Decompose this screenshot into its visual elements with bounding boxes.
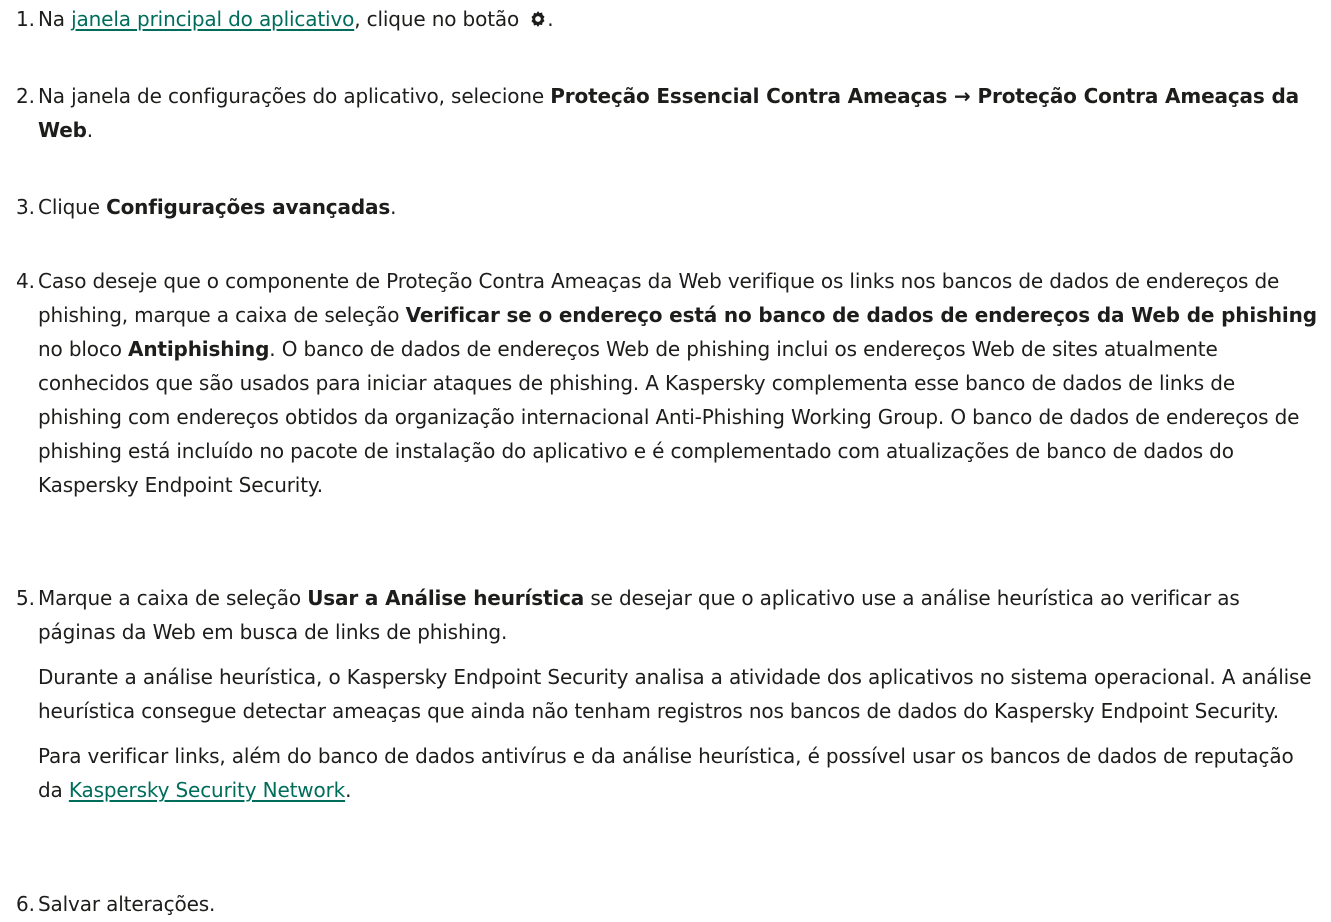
help-article-steps: 1. Na janela principal do aplicativo, cl… — [0, 0, 1331, 922]
step-number: 3. — [16, 195, 35, 219]
gear-icon — [529, 4, 547, 38]
heuristic-checkbox-label: Usar a Análise heurística — [307, 586, 585, 610]
step-number: 1. — [16, 7, 35, 31]
ksn-link[interactable]: Kaspersky Security Network — [69, 778, 345, 802]
step-number: 6. — [16, 892, 35, 916]
step-text: Salvar alterações. — [38, 892, 216, 916]
heuristic-description: Durante a análise heurística, o Kaspersk… — [38, 665, 1312, 723]
step-text: Marque a caixa de seleção Usar a Análise… — [38, 581, 1320, 807]
step-text: Na janela de configurações do aplicativo… — [38, 84, 1299, 142]
step-number: 4. — [16, 269, 35, 293]
step-text: Clique Configurações avançadas. — [38, 195, 397, 219]
step-number: 5. — [16, 586, 35, 610]
step-text: Na janela principal do aplicativo, cliqu… — [38, 2, 1320, 38]
step-number: 2. — [16, 84, 35, 108]
main-window-link[interactable]: janela principal do aplicativo — [71, 7, 354, 31]
antiphishing-block-label: Antiphishing — [128, 337, 270, 361]
phishing-db-checkbox-label: Verificar se o endereço está no banco de… — [405, 303, 1317, 327]
advanced-settings-label: Configurações avançadas — [106, 195, 391, 219]
step-text: Caso deseje que o componente de Proteção… — [38, 269, 1317, 497]
